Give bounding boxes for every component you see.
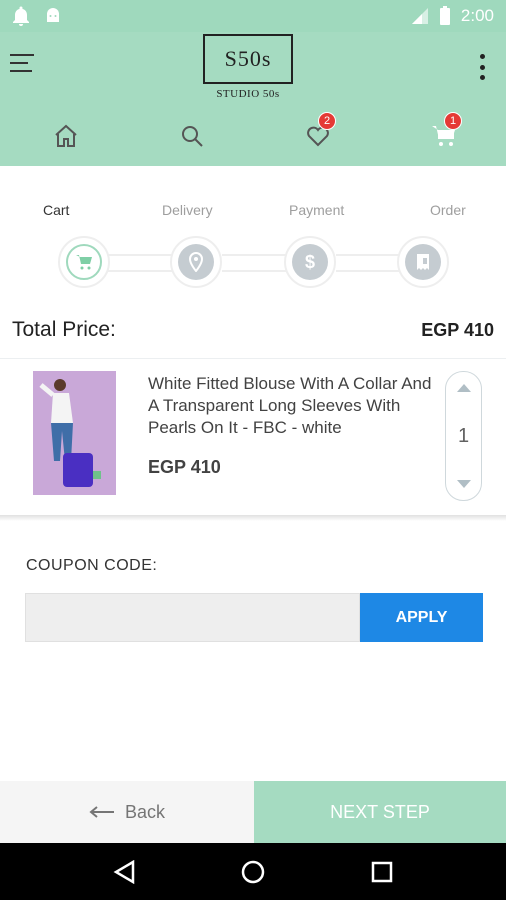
back-button[interactable]: Back [0,781,254,843]
status-system: 2:00 [411,6,494,26]
cart-icon [76,255,92,270]
brand-logo[interactable]: S50s STUDIO 50s [203,34,293,104]
home-button[interactable] [46,116,86,156]
arrow-left-icon [89,806,114,818]
back-triangle-icon[interactable] [113,859,135,884]
product-title[interactable]: White Fitted Blouse With A Collar And A … [148,373,432,439]
step-cart[interactable] [58,236,110,288]
system-navigation-bar [0,843,506,900]
step-label-payment: Payment [289,202,345,218]
home-icon [55,124,77,147]
location-pin-icon [188,252,204,272]
status-bar: 2:00 [0,0,506,32]
product-price: EGP 410 [148,457,221,477]
step-delivery[interactable] [170,236,222,288]
decrease-quantity-icon[interactable] [456,480,471,488]
app-header: S50s STUDIO 50s 2 1 [0,32,506,166]
dollar-icon: $ [304,251,315,272]
back-label: Back [124,801,166,822]
total-price-row: Total Price: EGP 410 [12,318,494,342]
product-image[interactable] [33,371,116,495]
cart-badge: 1 [444,112,462,130]
receipt-icon [417,254,429,270]
divider [0,515,506,521]
android-icon [47,8,59,22]
signal-icon [411,8,428,24]
coupon-label: COUPON CODE: [26,557,158,574]
notification-bell-icon [13,6,29,26]
checkout-steps: Cart Delivery Payment Order $ [0,196,506,296]
apply-coupon-button[interactable]: APPLY [360,593,483,642]
top-nav: 2 1 [0,112,506,156]
search-button[interactable] [172,116,212,156]
step-label-order: Order [430,202,466,218]
cart-item: White Fitted Blouse With A Collar And A … [0,359,506,515]
coupon-code-input[interactable] [25,593,360,642]
menu-icon[interactable] [10,54,34,74]
logo-text: STUDIO 50s [216,88,280,100]
recents-square-icon[interactable] [371,861,393,883]
total-price-value: EGP 410 [421,319,494,340]
logo-mark: S50s [203,34,293,84]
overflow-menu-icon[interactable] [480,54,486,80]
step-order[interactable] [397,236,449,288]
battery-icon [439,6,450,25]
step-connector [336,254,402,272]
product-photo [33,371,116,495]
quantity-value: 1 [457,424,470,447]
step-connector [222,254,288,272]
total-price-label: Total Price: [12,318,116,341]
next-step-button[interactable]: NEXT STEP [254,781,506,843]
step-label-cart: Cart [43,202,70,218]
cart-button[interactable]: 1 [424,112,464,156]
home-circle-icon[interactable] [240,859,266,885]
step-label-delivery: Delivery [162,202,213,218]
quantity-stepper: 1 [445,371,482,501]
status-time: 2:00 [460,6,494,25]
search-icon [182,126,203,147]
wishlist-badge: 2 [318,112,336,130]
step-payment[interactable]: $ [284,236,336,288]
step-connector [108,254,174,272]
checkout-footer: Back NEXT STEP [0,781,506,843]
wishlist-button[interactable]: 2 [298,112,338,156]
status-notifications [12,6,62,26]
increase-quantity-icon[interactable] [456,384,471,392]
